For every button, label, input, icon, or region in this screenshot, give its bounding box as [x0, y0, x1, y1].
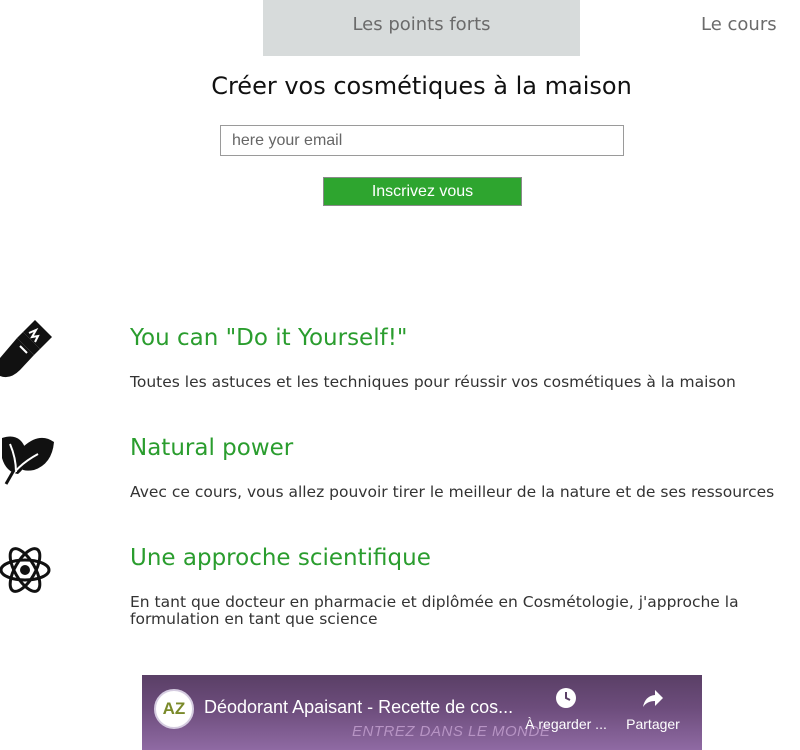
feature-text: Avec ce cours, vous allez pouvoir tirer … — [130, 483, 775, 501]
tab-points-forts[interactable]: Les points forts — [263, 0, 580, 56]
video-title[interactable]: Déodorant Apaisant - Recette de cos... — [204, 697, 513, 718]
feature-title: You can "Do it Yourself!" — [130, 325, 408, 351]
paintbrush-icon — [0, 318, 56, 378]
clock-icon — [556, 688, 576, 708]
share-button[interactable]: Partager — [608, 687, 698, 732]
share-icon — [643, 690, 663, 707]
watch-later-button[interactable]: À regarder ... — [521, 687, 611, 732]
top-nav: Les points forts Le cours — [0, 0, 800, 56]
subscribe-button[interactable]: Inscrivez vous — [323, 177, 522, 206]
channel-logo[interactable]: AZ — [154, 689, 194, 729]
tab-le-cours[interactable]: Le cours — [680, 0, 800, 56]
share-label: Partager — [626, 716, 680, 732]
page-title: Créer vos cosmétiques à la maison — [211, 72, 632, 100]
feature-title: Natural power — [130, 435, 294, 461]
watch-later-label: À regarder ... — [525, 716, 607, 732]
atom-icon — [0, 538, 56, 598]
video-embed[interactable]: AZ Déodorant Apaisant - Recette de cos..… — [142, 675, 702, 750]
feature-text: En tant que docteur en pharmacie et dipl… — [130, 593, 739, 628]
email-field[interactable] — [220, 125, 624, 156]
leaf-icon — [0, 428, 56, 488]
feature-text: Toutes les astuces et les techniques pou… — [130, 373, 736, 391]
feature-title: Une approche scientifique — [130, 545, 431, 571]
